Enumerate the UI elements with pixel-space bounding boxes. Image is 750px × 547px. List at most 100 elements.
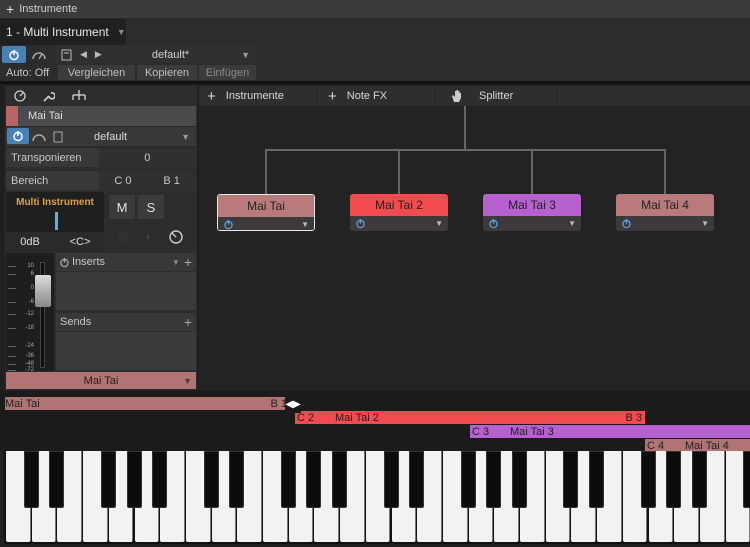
monitor-icon[interactable]: ◖ xyxy=(145,231,152,243)
meter-button[interactable] xyxy=(28,46,50,63)
key-zones: Mai Tai B 1 C 2 Mai Tai 2 B 3 C 3 Mai Tai 3 C 4… xyxy=(0,395,750,452)
splitter-button[interactable]: Splitter xyxy=(437,86,557,106)
power-icon[interactable] xyxy=(488,218,499,229)
instrument-node[interactable]: Mai Tai 4 ▼ xyxy=(616,194,714,231)
preset-name[interactable]: default* xyxy=(152,49,189,61)
black-key[interactable] xyxy=(512,451,527,508)
key-zone[interactable]: Mai Tai B 1 xyxy=(5,397,290,410)
meter-scale-dash xyxy=(8,266,16,267)
range-low[interactable]: C 0 xyxy=(98,170,148,191)
copy-button[interactable]: Kopieren xyxy=(137,65,197,80)
save-icon[interactable] xyxy=(52,131,64,143)
sends-slot[interactable] xyxy=(56,332,196,370)
tab-routing[interactable] xyxy=(66,87,92,105)
pan-value[interactable]: <C> xyxy=(55,232,105,252)
chevron-down-icon[interactable]: ▼ xyxy=(568,219,576,228)
instrument-node-name: Mai Tai 3 xyxy=(483,194,581,216)
power-icon[interactable] xyxy=(621,218,632,229)
black-key[interactable] xyxy=(49,451,65,508)
black-key[interactable] xyxy=(383,451,399,508)
black-key[interactable] xyxy=(23,451,39,508)
add-instrument-button[interactable]: + Instrumente xyxy=(199,86,317,106)
add-icon[interactable]: + xyxy=(6,1,14,17)
black-key[interactable] xyxy=(486,451,502,508)
chevron-down-icon[interactable]: ▼ xyxy=(241,50,250,60)
instrument-node-name: Mai Tai 2 xyxy=(350,194,448,216)
instrument-node[interactable]: Mai Tai 2 ▼ xyxy=(350,194,448,231)
range-high[interactable]: B 1 xyxy=(147,170,196,191)
connector-line xyxy=(531,149,533,194)
power-icon[interactable] xyxy=(59,257,70,268)
chevron-down-icon[interactable]: ▼ xyxy=(701,219,709,228)
chevron-down-icon[interactable]: ▼ xyxy=(435,219,443,228)
black-key[interactable] xyxy=(666,451,682,508)
tab-meter[interactable] xyxy=(7,87,33,105)
key-zone[interactable]: C 2 Mai Tai 2 B 3 xyxy=(295,411,645,424)
instrument-node[interactable]: Mai Tai 3 ▼ xyxy=(483,194,581,231)
next-preset-icon[interactable]: ▶ xyxy=(95,49,102,60)
add-insert-icon[interactable]: + xyxy=(184,254,192,270)
piano-keyboard[interactable] xyxy=(4,451,750,544)
splitter-label: Splitter xyxy=(479,90,514,102)
sends-label: Sends xyxy=(60,316,92,328)
black-key[interactable] xyxy=(460,451,476,508)
channel-footer[interactable]: Mai Tai ▼ xyxy=(6,372,196,389)
key-zone[interactable]: C 3 Mai Tai 3 xyxy=(470,425,750,438)
black-key[interactable] xyxy=(152,451,168,508)
inserts-slot[interactable] xyxy=(56,272,196,310)
black-key[interactable] xyxy=(640,451,656,508)
channel-preset[interactable]: default xyxy=(94,131,127,143)
meter-scale-tick: 6 xyxy=(30,271,34,277)
power-icon[interactable] xyxy=(355,218,366,229)
add-icon: + xyxy=(328,87,337,105)
black-key[interactable] xyxy=(409,451,425,508)
black-key[interactable] xyxy=(229,451,245,508)
volume-value[interactable]: 0dB xyxy=(6,232,54,252)
black-key[interactable] xyxy=(306,451,322,508)
black-key[interactable] xyxy=(280,451,296,508)
split-handle[interactable]: ◀▶ xyxy=(285,395,301,413)
meter-scale-tick: 0 xyxy=(30,285,34,291)
instrument-node[interactable]: Mai Tai ▼ xyxy=(217,194,315,231)
add-send-icon[interactable]: + xyxy=(184,314,192,330)
volume-fader[interactable] xyxy=(35,275,51,307)
chevron-down-icon[interactable]: ▼ xyxy=(172,258,180,267)
black-key[interactable] xyxy=(563,451,579,508)
transpose-row: Transponieren 0 xyxy=(6,147,196,168)
auto-off-label[interactable]: Auto: Off xyxy=(0,65,56,80)
black-key[interactable] xyxy=(203,451,219,508)
black-key[interactable] xyxy=(100,451,116,508)
black-key[interactable] xyxy=(126,451,142,508)
power-button[interactable] xyxy=(2,46,26,63)
chevron-down-icon[interactable]: ▼ xyxy=(301,220,309,229)
instrument-node-footer: ▼ xyxy=(218,217,314,230)
chevron-down-icon[interactable]: ▼ xyxy=(183,376,192,386)
add-instrument-label: Instrumente xyxy=(225,90,284,102)
transpose-value[interactable]: 0 xyxy=(98,147,196,168)
channel-power-button[interactable] xyxy=(7,128,29,144)
prev-preset-icon[interactable]: ◀ xyxy=(80,49,87,60)
connector-line xyxy=(265,149,267,194)
dial-icon[interactable] xyxy=(168,229,184,245)
power-icon[interactable] xyxy=(223,219,234,230)
solo-button[interactable]: S xyxy=(138,195,164,219)
instrument-node-footer: ▼ xyxy=(350,216,448,231)
compare-button[interactable]: Vergleichen xyxy=(58,65,135,80)
save-icon[interactable] xyxy=(60,48,74,62)
record-icon[interactable] xyxy=(117,232,128,242)
black-key[interactable] xyxy=(332,451,348,508)
black-key[interactable] xyxy=(589,451,605,508)
paste-button[interactable]: Einfügen xyxy=(199,65,256,80)
black-key[interactable] xyxy=(691,451,707,508)
meter-scale-tick: -18 xyxy=(25,325,34,331)
gauge-icon[interactable] xyxy=(32,132,46,142)
black-key[interactable] xyxy=(743,451,750,508)
chevron-down-icon: ▼ xyxy=(116,27,126,37)
instrument-selector[interactable]: 1 - Multi Instrument ▼ xyxy=(0,19,126,45)
mute-button[interactable]: M xyxy=(109,195,135,219)
key-zone-name: Mai Tai 2 xyxy=(335,411,379,424)
add-notefx-button[interactable]: + Note FX xyxy=(318,86,436,106)
chevron-down-icon[interactable]: ▼ xyxy=(181,132,190,142)
channel-name-bar[interactable]: Mai Tai xyxy=(6,106,196,126)
tab-settings[interactable] xyxy=(35,87,61,105)
